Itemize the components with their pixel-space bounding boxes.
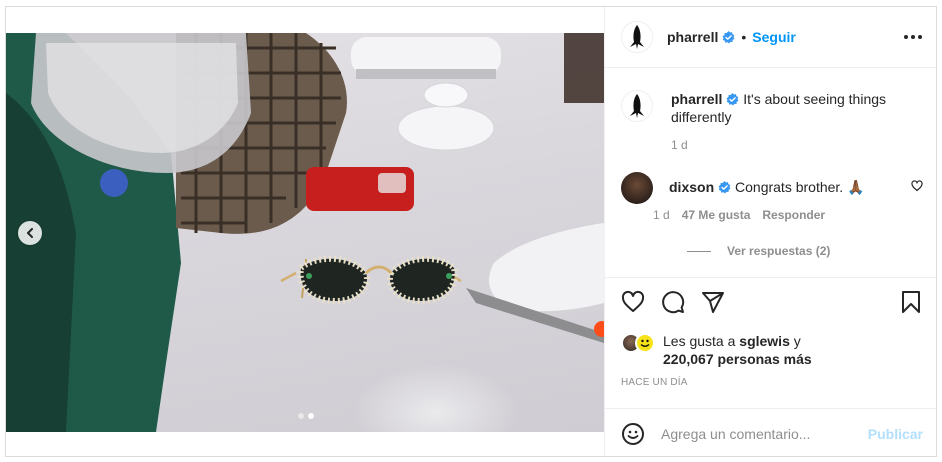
view-replies-label: Ver respuestas (2) (727, 244, 831, 258)
post-header: pharrell • Seguir (605, 7, 936, 68)
comment-input[interactable] (661, 425, 868, 442)
author-username[interactable]: pharrell (667, 29, 718, 45)
verified-badge-icon (726, 93, 739, 106)
replies-divider (687, 250, 711, 252)
comment-actions: 1 d 47 Me gusta Responder (653, 208, 865, 222)
comment-username[interactable]: dixson (669, 179, 714, 195)
share-paper-plane-icon[interactable] (701, 290, 725, 314)
caption-author-avatar[interactable] (621, 90, 653, 122)
post-actions (605, 290, 936, 314)
post-timestamp[interactable]: HACE UN DÍA (621, 377, 688, 388)
comment-time[interactable]: 1 d (653, 208, 670, 222)
carousel-dot-active (308, 413, 314, 419)
comment-item: dixson Congrats brother. 🙏🏾 1 d 47 Me gu… (621, 172, 923, 222)
verified-badge-icon (722, 30, 735, 43)
more-options-icon[interactable] (904, 35, 922, 39)
post-sidebar: pharrell • Seguir pharrell It's about se… (604, 7, 936, 456)
carousel-dot (298, 413, 304, 419)
author-avatar[interactable] (621, 21, 653, 53)
comment-likes[interactable]: 47 Me gusta (682, 208, 751, 222)
likes-summary: Les gusta a sglewis y 220,067 personas m… (621, 332, 812, 368)
photo-illustration (6, 33, 604, 432)
likes-joiner: y (789, 333, 801, 349)
post-media (6, 7, 604, 456)
chevron-left-icon (27, 228, 33, 238)
save-bookmark-icon[interactable] (899, 290, 923, 314)
like-comment-heart-icon[interactable] (911, 180, 923, 192)
carousel-prev-button[interactable] (18, 221, 42, 245)
rocket-logo-icon (630, 94, 644, 118)
emoji-smiley-icon[interactable] (621, 422, 645, 446)
post-card: pharrell • Seguir pharrell It's about se… (5, 6, 937, 457)
follow-button[interactable]: Seguir (752, 29, 796, 45)
caption-username[interactable]: pharrell (671, 91, 722, 107)
caption-text: pharrell It's about seeing things differ… (671, 90, 921, 126)
liker-avatar-smiley-icon (635, 333, 655, 353)
comment-composer: Publicar (605, 408, 936, 456)
comment-body: Congrats brother. 🙏🏾 (731, 179, 865, 195)
commenter-avatar[interactable] (621, 172, 653, 204)
reply-button[interactable]: Responder (762, 208, 825, 222)
likes-prefix: Les gusta a (663, 333, 740, 349)
comment-text: dixson Congrats brother. 🙏🏾 (669, 172, 865, 196)
post-photo (6, 33, 604, 432)
likers-avatars (621, 333, 657, 353)
verified-badge-icon (718, 181, 731, 194)
carousel-indicator (298, 413, 314, 419)
like-heart-icon[interactable] (621, 290, 645, 314)
comment-bubble-icon[interactable] (661, 290, 685, 314)
view-replies-button[interactable]: Ver respuestas (2) (687, 244, 923, 258)
rocket-logo-icon (630, 25, 644, 49)
caption-time[interactable]: 1 d (671, 138, 923, 152)
likes-count[interactable]: 220,067 personas más (663, 351, 812, 367)
likes-user[interactable]: sglewis (739, 333, 790, 349)
publish-button[interactable]: Publicar (868, 426, 923, 442)
header-separator: • (741, 29, 747, 45)
comments-section: pharrell It's about seeing things differ… (605, 68, 936, 278)
post-caption: pharrell It's about seeing things differ… (621, 90, 923, 126)
likes-text: Les gusta a sglewis y 220,067 personas m… (663, 332, 812, 368)
